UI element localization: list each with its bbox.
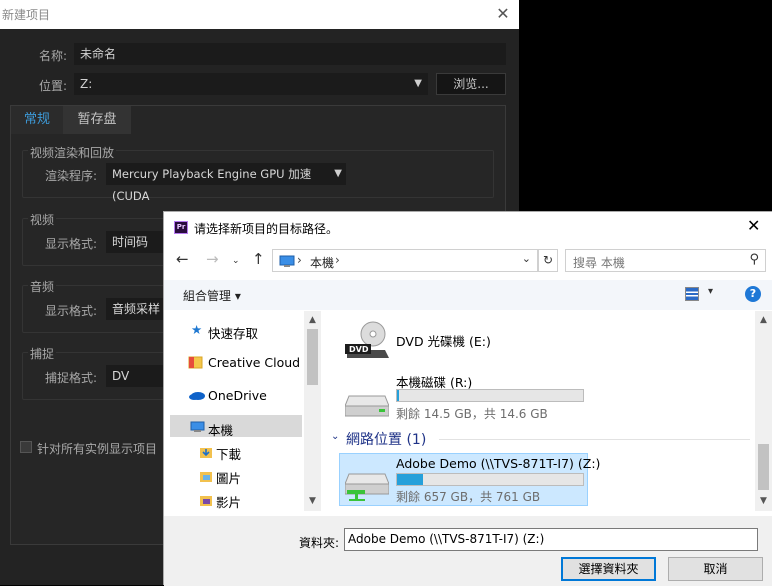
close-icon[interactable]: ✕ [492,3,514,25]
nav-item-pictures[interactable]: 圖片 [216,468,241,487]
drive-dvd-label[interactable]: DVD 光碟機 (E:) [396,331,491,350]
title-bar: 新建项目 ✕ [0,0,519,29]
network-group-header[interactable]: 網路位置 (1) [346,429,426,449]
svg-text:DVD: DVD [349,345,369,354]
video-format-value: 时间码 [112,235,149,249]
scroll-down-arrow-icon[interactable]: ▼ [304,493,321,509]
cancel-button[interactable]: 取消 [668,557,763,581]
up-arrow-icon[interactable]: ↑ [252,250,265,268]
network-drive-icon [345,473,389,501]
dialog-footer: 資料夾: Adobe Demo (\\TVS-871T-I7) (Z:) 選擇資… [164,516,772,586]
capture-section-title: 捕捉 [28,345,57,362]
browse-button[interactable]: 浏览... [436,73,506,95]
nav-item-onedrive[interactable]: OneDrive [208,388,267,403]
command-bar: 組合管理 ▾ ▾ ? [164,280,772,310]
renderer-dropdown[interactable]: Mercury Playback Engine GPU 加速 (CUDA ▼ [106,163,346,203]
scroll-up-arrow-icon[interactable]: ▲ [755,312,772,328]
nav-item-this-pc[interactable]: 本機 [208,420,233,439]
tab-general[interactable]: 常规 [11,106,63,134]
folder-input[interactable]: Adobe Demo (\\TVS-871T-I7) (Z:) [344,528,758,551]
name-label: 名称: [39,49,68,63]
nav-scroll-thumb[interactable] [307,329,318,385]
recent-chevron-icon[interactable]: ⌄ [232,256,240,266]
audio-format-label: 显示格式: [45,304,98,318]
drive-r-usage-bar [396,389,584,402]
audio-format-dropdown[interactable]: 音频采样 [106,298,166,320]
nav-item-videos[interactable]: 影片 [216,492,241,511]
video-format-label: 显示格式: [45,237,98,251]
dialog-title: 请选择新项目的目标路径。 [194,222,339,236]
network-drive-free-space: 剩餘 657 GB，共 761 GB [396,490,541,504]
nav-item-quick-access[interactable]: 快速存取 [208,323,258,342]
drive-r-usage-fill [397,390,399,401]
download-folder-icon [200,448,212,458]
show-all-instances-label: 针对所有实例显示项目 [37,442,158,456]
dvd-drive-icon: DVD [345,321,389,358]
capture-format-dropdown[interactable]: DV [106,365,166,387]
refresh-icon[interactable]: ↻ [538,249,558,272]
chevron-down-icon: ▼ [414,78,422,89]
location-label: 位置: [39,79,68,93]
address-bar[interactable]: › 本機 › ⌄ [272,249,538,272]
chevron-down-icon[interactable]: ▾ [708,286,713,297]
cloud-icon [189,392,205,400]
renderer-label: 渲染程序: [45,169,98,183]
computer-icon [190,421,205,432]
close-icon[interactable]: ✕ [747,216,760,235]
search-placeholder: 搜尋 本機 [573,256,625,270]
organize-label: 組合管理 [183,289,232,303]
hard-drive-icon [345,395,389,417]
help-button[interactable]: ? [745,286,761,302]
scroll-down-arrow-icon[interactable]: ▼ [755,493,772,509]
group-divider [439,439,750,440]
video-section-title: 视频 [28,211,57,228]
pictures-folder-icon [200,472,212,482]
computer-icon [279,255,295,267]
location-dropdown[interactable]: Z: ▼ [74,73,428,95]
folder-label: 資料夾: [299,536,340,550]
forward-arrow-icon[interactable]: → [206,250,219,268]
breadcrumb-separator: › [335,253,340,267]
videos-folder-icon [200,496,212,506]
name-input[interactable]: 未命名 [74,43,506,65]
select-folder-button[interactable]: 選擇資料夾 [561,557,656,581]
folder-picker-dialog: Pr 请选择新项目的目标路径。 ✕ ← → ⌄ ↑ › 本機 › ⌄ ↻ 搜尋 … [163,211,772,586]
audio-section-title: 音频 [28,278,57,295]
drive-r-free-space: 剩餘 14.5 GB，共 14.6 GB [396,407,548,421]
render-section-title: 视频渲染和回放 [28,144,117,161]
capture-format-label: 捕捉格式: [45,371,98,385]
content-scroll-thumb[interactable] [758,444,769,490]
breadcrumb-separator: › [297,253,302,267]
premiere-app-icon: Pr [174,221,188,234]
network-drive-label[interactable]: Adobe Demo (\\TVS-871T-I7) (Z:) [396,456,600,471]
capture-format-value: DV [112,369,130,383]
show-all-instances-checkbox[interactable] [20,441,32,453]
cc-folder-icon [188,356,203,369]
search-icon: ⚲ [749,252,759,267]
location-value: Z: [80,77,93,91]
chevron-down-icon[interactable]: ⌄ [522,252,531,265]
audio-format-value: 音频采样 [112,302,161,316]
network-drive-usage-fill [397,474,423,485]
view-options-icon[interactable] [685,287,699,301]
nav-item-downloads[interactable]: 下載 [216,444,241,463]
star-icon: ★ [191,322,203,337]
breadcrumb-this-pc[interactable]: 本機 [310,254,334,271]
back-arrow-icon[interactable]: ← [176,250,189,268]
nav-item-creative-cloud[interactable]: Creative Cloud Fi [208,355,304,370]
tab-scratch-disks[interactable]: 暂存盘 [63,106,131,134]
search-input[interactable]: 搜尋 本機 ⚲ [565,249,766,272]
dialog-title: 新建项目 [2,8,51,22]
chevron-down-icon[interactable]: ⌄ [331,431,339,442]
chevron-down-icon: ▼ [334,168,342,179]
video-format-dropdown[interactable]: 时间码 [106,231,166,253]
scroll-up-arrow-icon[interactable]: ▲ [304,312,321,328]
network-drive-usage-bar [396,473,584,486]
organize-button[interactable]: 組合管理 ▾ [183,287,241,304]
